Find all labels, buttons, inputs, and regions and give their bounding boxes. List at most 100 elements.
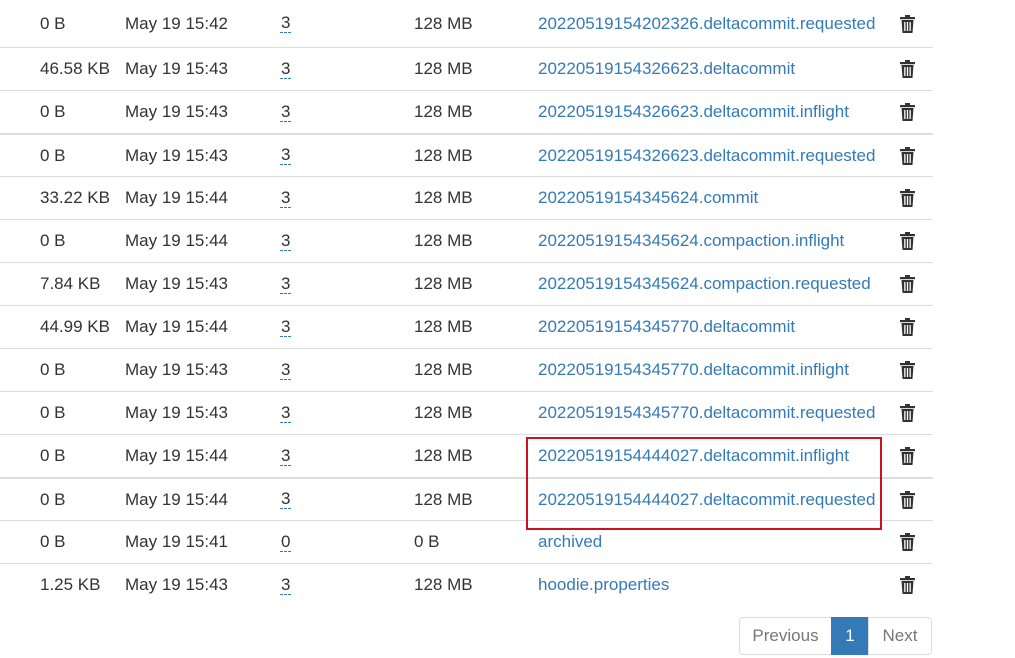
delete-button[interactable] bbox=[898, 91, 916, 133]
delete-button[interactable] bbox=[898, 177, 916, 219]
trash-icon bbox=[899, 490, 915, 509]
table-row: 44.99 KB May 19 15:44 3 128 MB 2022051915434… bbox=[0, 305, 933, 348]
replication-value[interactable]: 3 bbox=[280, 59, 292, 79]
file-name-link[interactable]: 20220519154345770.deltacommit bbox=[538, 306, 795, 348]
table-row: 0 B May 19 15:43 3 128 MB 20220519154326623.… bbox=[0, 90, 933, 133]
replication-value[interactable]: 3 bbox=[280, 231, 292, 251]
replication-cell: 3 bbox=[280, 306, 292, 348]
trash-icon bbox=[899, 60, 915, 78]
page-1-button[interactable]: 1 bbox=[831, 617, 869, 655]
replication-value[interactable]: 3 bbox=[280, 274, 292, 294]
delete-button[interactable] bbox=[898, 306, 916, 348]
trash-icon bbox=[899, 447, 915, 465]
file-name-link[interactable]: 20220519154345624.compaction.inflight bbox=[538, 220, 844, 262]
previous-page-button[interactable]: Previous bbox=[739, 617, 832, 655]
file-size: 0 B bbox=[40, 489, 66, 509]
file-name-link[interactable]: archived bbox=[538, 521, 602, 563]
replication-value[interactable]: 3 bbox=[280, 188, 292, 208]
block-size: 128 MB bbox=[414, 188, 473, 207]
file-name-link[interactable]: 20220519154444027.deltacommit.inflight bbox=[538, 435, 849, 477]
file-name-link[interactable]: 20220519154345624.commit bbox=[538, 177, 758, 219]
replication-value[interactable]: 3 bbox=[280, 146, 292, 165]
table-row: 0 B May 19 15:44 3 128 MB 20220519154345624.… bbox=[0, 219, 933, 262]
block-size: 128 MB bbox=[414, 145, 473, 165]
modified-date: May 19 15:43 bbox=[125, 102, 229, 121]
delete-button[interactable] bbox=[898, 0, 916, 47]
modified-date: May 19 15:44 bbox=[125, 489, 229, 509]
replication-value[interactable]: 3 bbox=[280, 102, 292, 122]
pagination: Previous 1 Next bbox=[739, 617, 932, 655]
file-size: 0 B bbox=[40, 446, 66, 465]
file-name-link[interactable]: 20220519154326623.deltacommit.requested bbox=[538, 135, 875, 176]
replication-value[interactable]: 3 bbox=[280, 14, 292, 33]
modified-date: May 19 15:44 bbox=[125, 188, 229, 207]
replication-value[interactable]: 3 bbox=[280, 490, 292, 509]
file-size: 0 B bbox=[40, 145, 66, 165]
block-size: 128 MB bbox=[414, 102, 473, 121]
replication-cell: 3 bbox=[280, 392, 292, 434]
modified-date: May 19 15:43 bbox=[125, 59, 229, 78]
file-listing-table: 0 B May 19 15:42 3 128 MB 20220519154202326.… bbox=[0, 0, 933, 606]
trash-icon bbox=[899, 576, 915, 594]
replication-value[interactable]: 3 bbox=[280, 403, 292, 423]
trash-icon bbox=[899, 103, 915, 121]
file-name-link[interactable]: 20220519154326623.deltacommit.inflight bbox=[538, 91, 849, 133]
block-size: 128 MB bbox=[414, 360, 473, 379]
trash-icon bbox=[899, 361, 915, 379]
replication-cell: 3 bbox=[280, 564, 292, 606]
modified-date: May 19 15:43 bbox=[125, 575, 229, 594]
replication-cell: 3 bbox=[280, 177, 292, 219]
trash-icon bbox=[899, 146, 915, 165]
table-row: 0 B May 19 15:44 3 128 MB 20220519154444027.… bbox=[0, 477, 933, 520]
table-row: 0 B May 19 15:43 3 128 MB 20220519154345770.… bbox=[0, 391, 933, 434]
modified-date: May 19 15:44 bbox=[125, 317, 229, 336]
file-name-link[interactable]: 20220519154345770.deltacommit.requested bbox=[538, 392, 875, 434]
replication-cell: 3 bbox=[280, 349, 292, 391]
block-size: 128 MB bbox=[414, 13, 473, 33]
delete-button[interactable] bbox=[898, 564, 916, 606]
table-row: 46.58 KB May 19 15:43 3 128 MB 2022051915432… bbox=[0, 47, 933, 90]
block-size: 128 MB bbox=[414, 59, 473, 78]
delete-button[interactable] bbox=[898, 263, 916, 305]
file-name-link[interactable]: 20220519154345770.deltacommit.inflight bbox=[538, 349, 849, 391]
file-size: 46.58 KB bbox=[40, 59, 110, 78]
file-name-link[interactable]: hoodie.properties bbox=[538, 564, 669, 606]
replication-value[interactable]: 3 bbox=[280, 575, 292, 595]
next-page-button[interactable]: Next bbox=[868, 617, 932, 655]
replication-cell: 3 bbox=[280, 220, 292, 262]
block-size: 128 MB bbox=[414, 231, 473, 250]
file-name-link[interactable]: 20220519154444027.deltacommit.requested bbox=[538, 479, 875, 520]
delete-button[interactable] bbox=[898, 521, 916, 563]
modified-date: May 19 15:44 bbox=[125, 231, 229, 250]
replication-value[interactable]: 3 bbox=[280, 317, 292, 337]
file-size: 1.25 KB bbox=[40, 575, 101, 594]
file-name-link[interactable]: 20220519154326623.deltacommit bbox=[538, 48, 795, 90]
replication-value[interactable]: 0 bbox=[280, 532, 292, 552]
block-size: 128 MB bbox=[414, 446, 473, 465]
delete-button[interactable] bbox=[898, 48, 916, 90]
modified-date: May 19 15:43 bbox=[125, 145, 229, 165]
replication-cell: 3 bbox=[280, 91, 292, 133]
replication-value[interactable]: 3 bbox=[280, 446, 292, 466]
file-name-link[interactable]: 20220519154202326.deltacommit.requested bbox=[538, 0, 875, 47]
trash-icon bbox=[899, 318, 915, 336]
block-size: 128 MB bbox=[414, 489, 473, 509]
replication-cell: 3 bbox=[280, 135, 292, 176]
replication-value[interactable]: 3 bbox=[280, 360, 292, 380]
replication-cell: 3 bbox=[280, 0, 292, 47]
block-size: 128 MB bbox=[414, 317, 473, 336]
table-row: 33.22 KB May 19 15:44 3 128 MB 2022051915434… bbox=[0, 176, 933, 219]
delete-button[interactable] bbox=[898, 435, 916, 477]
delete-button[interactable] bbox=[898, 349, 916, 391]
replication-cell: 3 bbox=[280, 48, 292, 90]
modified-date: May 19 15:44 bbox=[125, 446, 229, 465]
file-name-link[interactable]: 20220519154345624.compaction.requested bbox=[538, 263, 871, 305]
delete-button[interactable] bbox=[898, 135, 916, 176]
delete-button[interactable] bbox=[898, 392, 916, 434]
delete-button[interactable] bbox=[898, 479, 916, 520]
table-row: 0 B May 19 15:43 3 128 MB 20220519154326623.… bbox=[0, 133, 933, 176]
delete-button[interactable] bbox=[898, 220, 916, 262]
block-size: 128 MB bbox=[414, 403, 473, 422]
modified-date: May 19 15:43 bbox=[125, 403, 229, 422]
trash-icon bbox=[899, 189, 915, 207]
